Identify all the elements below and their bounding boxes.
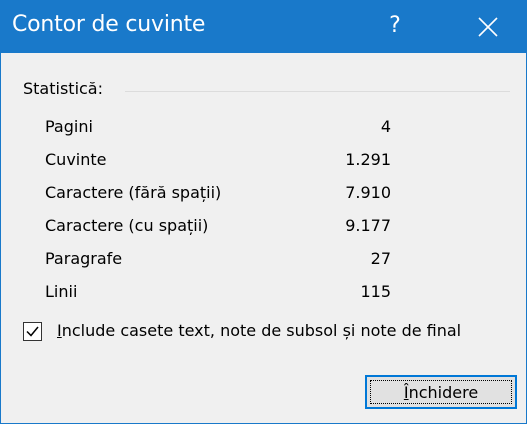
stat-value: 27 bbox=[370, 249, 391, 268]
stat-label: Linii bbox=[45, 282, 78, 301]
stat-row-pages: Pagini 4 bbox=[1, 117, 527, 141]
checkmark-icon bbox=[26, 326, 39, 337]
stat-row-words: Cuvinte 1.291 bbox=[1, 150, 527, 174]
stat-value: 7.910 bbox=[345, 183, 391, 202]
stat-value: 9.177 bbox=[345, 216, 391, 235]
stat-label: Paragrafe bbox=[45, 249, 123, 268]
stat-label: Pagini bbox=[45, 117, 93, 136]
help-button[interactable]: ? bbox=[367, 1, 423, 53]
include-textboxes-label[interactable]: Include casete text, note de subsol și n… bbox=[57, 321, 461, 340]
title-bar: Contor de cuvinte ? bbox=[1, 1, 526, 53]
close-icon bbox=[478, 17, 498, 37]
stat-row-characters-no-spaces: Caractere (fără spații) 7.910 bbox=[1, 183, 527, 207]
word-count-dialog: Contor de cuvinte ? Statistică: Pagini 4… bbox=[0, 0, 527, 424]
stat-row-lines: Linii 115 bbox=[1, 282, 527, 306]
close-button[interactable]: Închidere bbox=[365, 375, 517, 409]
dialog-title: Contor de cuvinte bbox=[12, 12, 206, 37]
close-window-button[interactable] bbox=[461, 1, 517, 53]
stat-label: Caractere (cu spații) bbox=[45, 216, 209, 235]
stat-label: Cuvinte bbox=[45, 150, 107, 169]
close-button-label: Închidere bbox=[403, 383, 479, 402]
stat-value: 115 bbox=[360, 282, 391, 301]
include-textboxes-checkbox[interactable] bbox=[23, 322, 42, 341]
help-icon: ? bbox=[389, 13, 401, 38]
stat-row-characters-with-spaces: Caractere (cu spații) 9.177 bbox=[1, 216, 527, 240]
stat-value: 4 bbox=[380, 117, 391, 136]
stat-label: Caractere (fără spații) bbox=[45, 183, 222, 202]
include-textboxes-footnotes-option[interactable]: Include casete text, note de subsol și n… bbox=[23, 321, 523, 345]
stat-row-paragraphs: Paragrafe 27 bbox=[1, 249, 527, 273]
stat-value: 1.291 bbox=[345, 150, 391, 169]
group-divider bbox=[125, 91, 510, 92]
statistics-heading: Statistică: bbox=[23, 79, 103, 98]
